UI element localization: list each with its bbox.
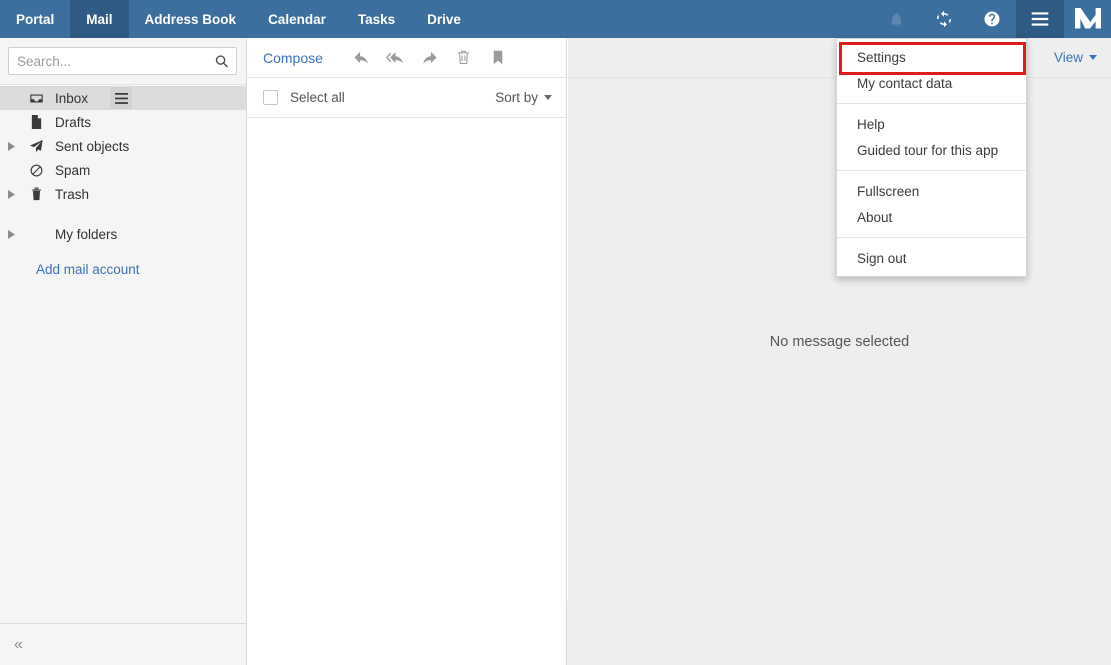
folder-sidebar: Inbox Drafts Sent objects Spam Trash My folde… <box>0 38 247 665</box>
folder-label: My folders <box>55 226 118 242</box>
folder-list: Inbox Drafts Sent objects Spam Trash My folde… <box>0 85 246 277</box>
flag-bookmark-icon[interactable] <box>481 44 515 72</box>
app-logo <box>1064 0 1111 38</box>
help-icon[interactable] <box>968 0 1016 38</box>
header-spacer <box>477 0 872 38</box>
sidebar-folder-my-folders[interactable]: My folders <box>0 222 246 246</box>
view-label: View <box>1053 50 1083 65</box>
compose-button[interactable]: Compose <box>263 50 323 66</box>
folder-list-gap <box>0 206 246 222</box>
select-all-checkbox[interactable] <box>263 90 278 105</box>
message-list-panel: Compose Select all Sort by <box>247 38 567 665</box>
inbox-icon <box>22 91 50 106</box>
message-list-body <box>247 118 566 665</box>
sidebar-folder-sent-objects[interactable]: Sent objects <box>0 134 246 158</box>
menu-separator <box>837 237 1026 238</box>
sidebar-folder-spam[interactable]: Spam <box>0 158 246 182</box>
collapse-sidebar-button[interactable]: « <box>14 636 23 653</box>
chevron-down-icon <box>1089 55 1097 60</box>
expand-arrow-icon[interactable] <box>0 229 22 239</box>
folder-context-menu-icon[interactable] <box>110 87 133 109</box>
nav-tab-drive[interactable]: Drive <box>411 0 477 38</box>
trash-can-icon <box>22 186 50 202</box>
sidebar-folder-trash[interactable]: Trash <box>0 182 246 206</box>
folder-label: Spam <box>55 162 91 178</box>
nav-tab-address-book[interactable]: Address Book <box>129 0 253 38</box>
nav-tab-tasks[interactable]: Tasks <box>342 0 411 38</box>
select-all-label[interactable]: Select all <box>290 90 345 105</box>
menu-item-about[interactable]: About <box>837 204 1026 230</box>
refresh-icon[interactable] <box>920 0 968 38</box>
folder-label: Drafts <box>55 114 92 130</box>
menu-item-guided-tour-for-this-app[interactable]: Guided tour for this app <box>837 137 1026 163</box>
forward-icon[interactable] <box>413 44 447 72</box>
folder-label: Inbox <box>55 90 89 106</box>
main-navigation-tabs: Portal Mail Address Book Calendar Tasks Drive <box>0 0 477 38</box>
message-list-subbar: Select all Sort by <box>247 78 566 118</box>
search-icon[interactable] <box>214 54 229 69</box>
folder-label: Sent objects <box>55 138 130 154</box>
menu-item-sign-out[interactable]: Sign out <box>837 245 1026 271</box>
header-icon-group <box>872 0 1111 38</box>
nav-tab-calendar[interactable]: Calendar <box>252 0 342 38</box>
notifications-bell-icon[interactable] <box>872 0 920 38</box>
menu-item-settings[interactable]: Settings <box>837 44 1026 70</box>
menu-separator <box>837 170 1026 171</box>
menu-item-my-contact-data[interactable]: My contact data <box>837 70 1026 96</box>
settings-dropdown-menu: Settings My contact data Help Guided tour f… <box>836 38 1027 277</box>
expand-arrow-icon[interactable] <box>0 189 22 199</box>
menu-separator <box>837 103 1026 104</box>
spam-blocked-icon <box>22 163 50 178</box>
mail-client-app: mailmastermailmastermailmastermailmaster… <box>0 0 1111 665</box>
search-input[interactable] <box>9 48 236 74</box>
drafts-file-icon <box>22 114 50 130</box>
hamburger-menu-icon[interactable] <box>1016 0 1064 38</box>
sent-paperplane-icon <box>22 138 50 154</box>
nav-tab-portal[interactable]: Portal <box>0 0 70 38</box>
folder-label: Trash <box>55 186 90 202</box>
view-dropdown-button[interactable]: View <box>1054 50 1097 65</box>
top-header-bar: Portal Mail Address Book Calendar Tasks Drive <box>0 0 1111 38</box>
reply-icon[interactable] <box>345 44 379 72</box>
reply-all-icon[interactable] <box>379 44 413 72</box>
search-box[interactable] <box>8 47 237 75</box>
search-section <box>0 38 246 85</box>
menu-item-help[interactable]: Help <box>837 111 1026 137</box>
delete-trash-icon[interactable] <box>447 44 481 72</box>
sort-by-label: Sort by <box>495 90 538 105</box>
message-list-toolbar: Compose <box>247 38 566 78</box>
nav-tab-mail[interactable]: Mail <box>70 0 129 38</box>
sidebar-footer: « <box>0 623 246 665</box>
expand-arrow-icon[interactable] <box>0 141 22 151</box>
add-mail-account-link[interactable]: Add mail account <box>0 262 246 277</box>
sort-by-dropdown[interactable]: Sort by <box>495 90 552 105</box>
sidebar-folder-drafts[interactable]: Drafts <box>0 110 246 134</box>
chevron-down-icon <box>544 95 552 100</box>
sidebar-folder-inbox[interactable]: Inbox <box>0 86 246 110</box>
menu-item-fullscreen[interactable]: Fullscreen <box>837 178 1026 204</box>
